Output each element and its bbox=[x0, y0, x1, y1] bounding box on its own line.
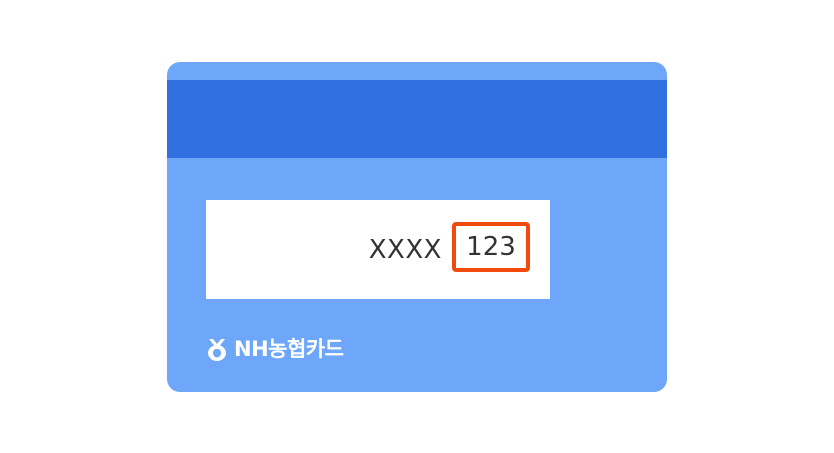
cvc-highlight-box: 123 bbox=[452, 222, 530, 272]
masked-card-number: XXXX bbox=[368, 235, 442, 265]
magnetic-stripe bbox=[167, 80, 667, 158]
cvc-value: 123 bbox=[466, 232, 516, 262]
brand-name: NH농협카드 bbox=[234, 336, 344, 361]
card-brand: NH농협카드 bbox=[205, 336, 344, 362]
card-back: XXXX 123 NH농협카드 bbox=[167, 62, 667, 392]
nh-logo-icon bbox=[208, 339, 226, 361]
signature-panel: XXXX 123 bbox=[206, 200, 550, 299]
